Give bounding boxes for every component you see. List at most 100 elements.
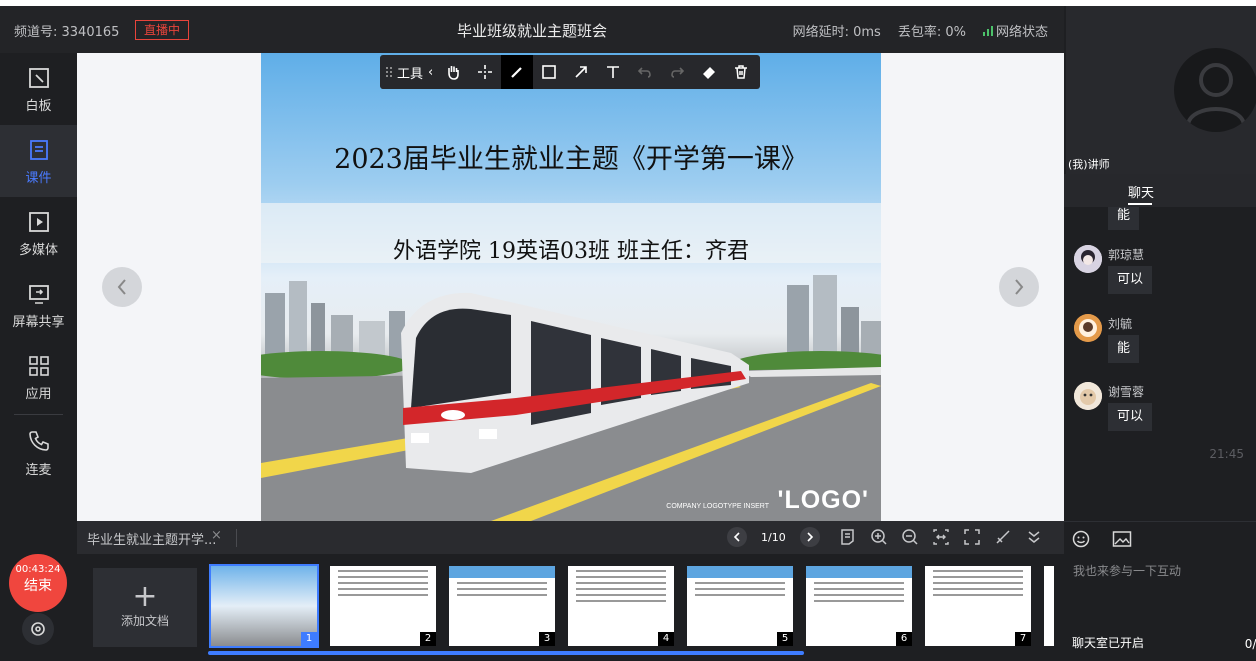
sidebar-item-apps[interactable]: 应用	[0, 341, 77, 413]
trash-icon	[735, 65, 748, 79]
annotation-toggle-icon[interactable]	[994, 528, 1012, 546]
plus-icon: +	[132, 579, 158, 614]
pen-tool-button[interactable]	[501, 55, 534, 89]
crosshair-icon	[478, 65, 493, 79]
thumbnail-number: 4	[658, 632, 674, 646]
tools-toggle[interactable]: 工具 ‹	[380, 63, 437, 82]
eraser-icon	[703, 67, 716, 79]
text-tool-button[interactable]	[597, 55, 629, 89]
thumbnail-number: 1	[301, 632, 317, 646]
fullscreen-icon[interactable]	[963, 528, 981, 546]
right-panel: (我)讲师 聊天 能 郭琼慧 可以 刘毓 能 谢雪蓉 可以 21:45 我也来参…	[1064, 6, 1256, 661]
add-document-label: 添加文档	[120, 614, 169, 628]
current-slide: 2023届毕业生就业主题《开学第一课》 外语学院 19英语03班 班主任：齐君 …	[261, 53, 881, 521]
thumbnail-item[interactable]: 6	[806, 566, 912, 646]
chat-tab-label: 聊天	[1128, 186, 1155, 201]
sidebar-item-label: 连麦	[25, 463, 52, 478]
sidebar-item-media[interactable]: 多媒体	[0, 197, 77, 269]
thumbnail-scrollbar[interactable]	[208, 651, 804, 655]
courseware-icon	[29, 140, 48, 160]
clear-button[interactable]	[725, 55, 757, 89]
redo-icon	[671, 67, 685, 78]
end-label: 结束	[24, 578, 52, 594]
sidebar-item-label: 课件	[25, 171, 52, 186]
sidebar-item-courseware[interactable]: 课件	[0, 125, 77, 197]
chat-messages: 能 郭琼慧 可以 刘毓 能 谢雪蓉 可以 21:45	[1064, 207, 1256, 525]
sidebar-item-mic-link[interactable]: 连麦	[0, 415, 77, 487]
avatar	[1174, 48, 1256, 132]
chat-input[interactable]: 我也来参与一下互动	[1073, 562, 1181, 579]
end-class-button[interactable]: 00:43:24 结束	[9, 554, 67, 612]
emoji-icon[interactable]	[1072, 530, 1090, 548]
teacher-video: (我)讲师	[1066, 6, 1256, 174]
chat-room-status: 聊天室已开启	[1072, 636, 1145, 650]
avatar	[1074, 382, 1102, 410]
eraser-button[interactable]	[693, 55, 725, 89]
hand-icon	[448, 66, 460, 80]
thumbnail-item[interactable]: 7	[925, 566, 1031, 646]
add-document-button[interactable]: + 添加文档	[93, 568, 197, 647]
chat-message-text: 能	[1108, 207, 1140, 230]
user-avatar-image	[1074, 314, 1102, 342]
next-slide-button[interactable]	[999, 267, 1039, 307]
hand-tool-button[interactable]	[437, 55, 469, 89]
chat-timestamp: 21:45	[1209, 447, 1244, 461]
redo-button[interactable]	[661, 55, 693, 89]
gear-icon	[31, 622, 45, 636]
document-tab[interactable]: 毕业生就业主题开学...	[87, 529, 216, 548]
thumbnail-item[interactable]: 4	[568, 566, 674, 646]
text-icon	[607, 66, 620, 78]
tab-divider	[236, 529, 237, 547]
tab-chat[interactable]: 聊天	[1064, 174, 1256, 207]
slide-title: 2023届毕业生就业主题《开学第一课》	[334, 144, 808, 175]
chevron-left-icon	[733, 532, 740, 542]
sidebar-item-label: 多媒体	[18, 243, 58, 258]
slide-logo: 'LOGO'	[777, 486, 869, 514]
notes-icon[interactable]	[839, 528, 857, 546]
user-avatar-image	[1074, 382, 1102, 410]
thumbnail-item[interactable]: 2	[330, 566, 436, 646]
chat-sender-name: 刘毓	[1108, 317, 1133, 331]
thumbnail-item[interactable]: 5	[687, 566, 793, 646]
thumbnail-number: 7	[1015, 632, 1031, 646]
network-stats: 网络延时: 0ms 丢包率: 0% 网络状态	[793, 21, 1048, 40]
user-avatar-image	[1074, 245, 1102, 273]
rectangle-icon	[542, 65, 557, 79]
close-icon[interactable]: ×	[211, 528, 222, 543]
image-icon[interactable]	[1112, 530, 1132, 548]
tools-label: 工具	[397, 66, 424, 82]
chat-sender-name: 郭琼慧	[1108, 248, 1145, 262]
user-silhouette-icon	[1186, 63, 1246, 125]
thumbnail-number: 3	[539, 632, 555, 646]
rectangle-tool-button[interactable]	[533, 55, 565, 89]
zoom-out-icon[interactable]	[901, 528, 919, 546]
view-tools	[839, 528, 1043, 546]
network-status-button[interactable]: 网络状态	[982, 21, 1048, 40]
fit-width-icon[interactable]	[932, 528, 950, 546]
thumbnail-item[interactable]: 3	[449, 566, 555, 646]
next-page-button[interactable]	[799, 527, 820, 547]
arrow-tool-button[interactable]	[565, 55, 597, 89]
chat-message-text: 可以	[1108, 266, 1153, 294]
undo-button[interactable]	[629, 55, 661, 89]
tab-underline	[1128, 203, 1152, 205]
sidebar-item-screen-share[interactable]: 屏幕共享	[0, 269, 77, 341]
chevron-left-icon	[117, 279, 126, 295]
settings-button[interactable]	[22, 613, 54, 645]
prev-slide-button[interactable]	[102, 267, 142, 307]
city-tram-illustration	[261, 203, 881, 521]
apps-icon	[28, 356, 49, 376]
prev-page-button[interactable]	[727, 527, 747, 547]
document-bar: 毕业生就业主题开学... × 1/10	[77, 521, 1064, 554]
thumbnail-item-partial[interactable]	[1044, 566, 1054, 646]
zoom-in-icon[interactable]	[870, 528, 888, 546]
sidebar-item-whiteboard[interactable]: 白板	[0, 53, 77, 125]
collapse-thumbnails-icon[interactable]	[1025, 528, 1043, 546]
laser-pointer-button[interactable]	[469, 55, 501, 89]
chevron-right-icon	[1015, 279, 1024, 295]
drawing-toolbar: 工具 ‹	[380, 55, 760, 89]
media-icon	[28, 212, 49, 232]
thumbnail-number: 6	[896, 632, 912, 646]
sidebar-item-label: 白板	[25, 99, 52, 114]
thumbnail-item[interactable]: 1	[209, 564, 319, 648]
